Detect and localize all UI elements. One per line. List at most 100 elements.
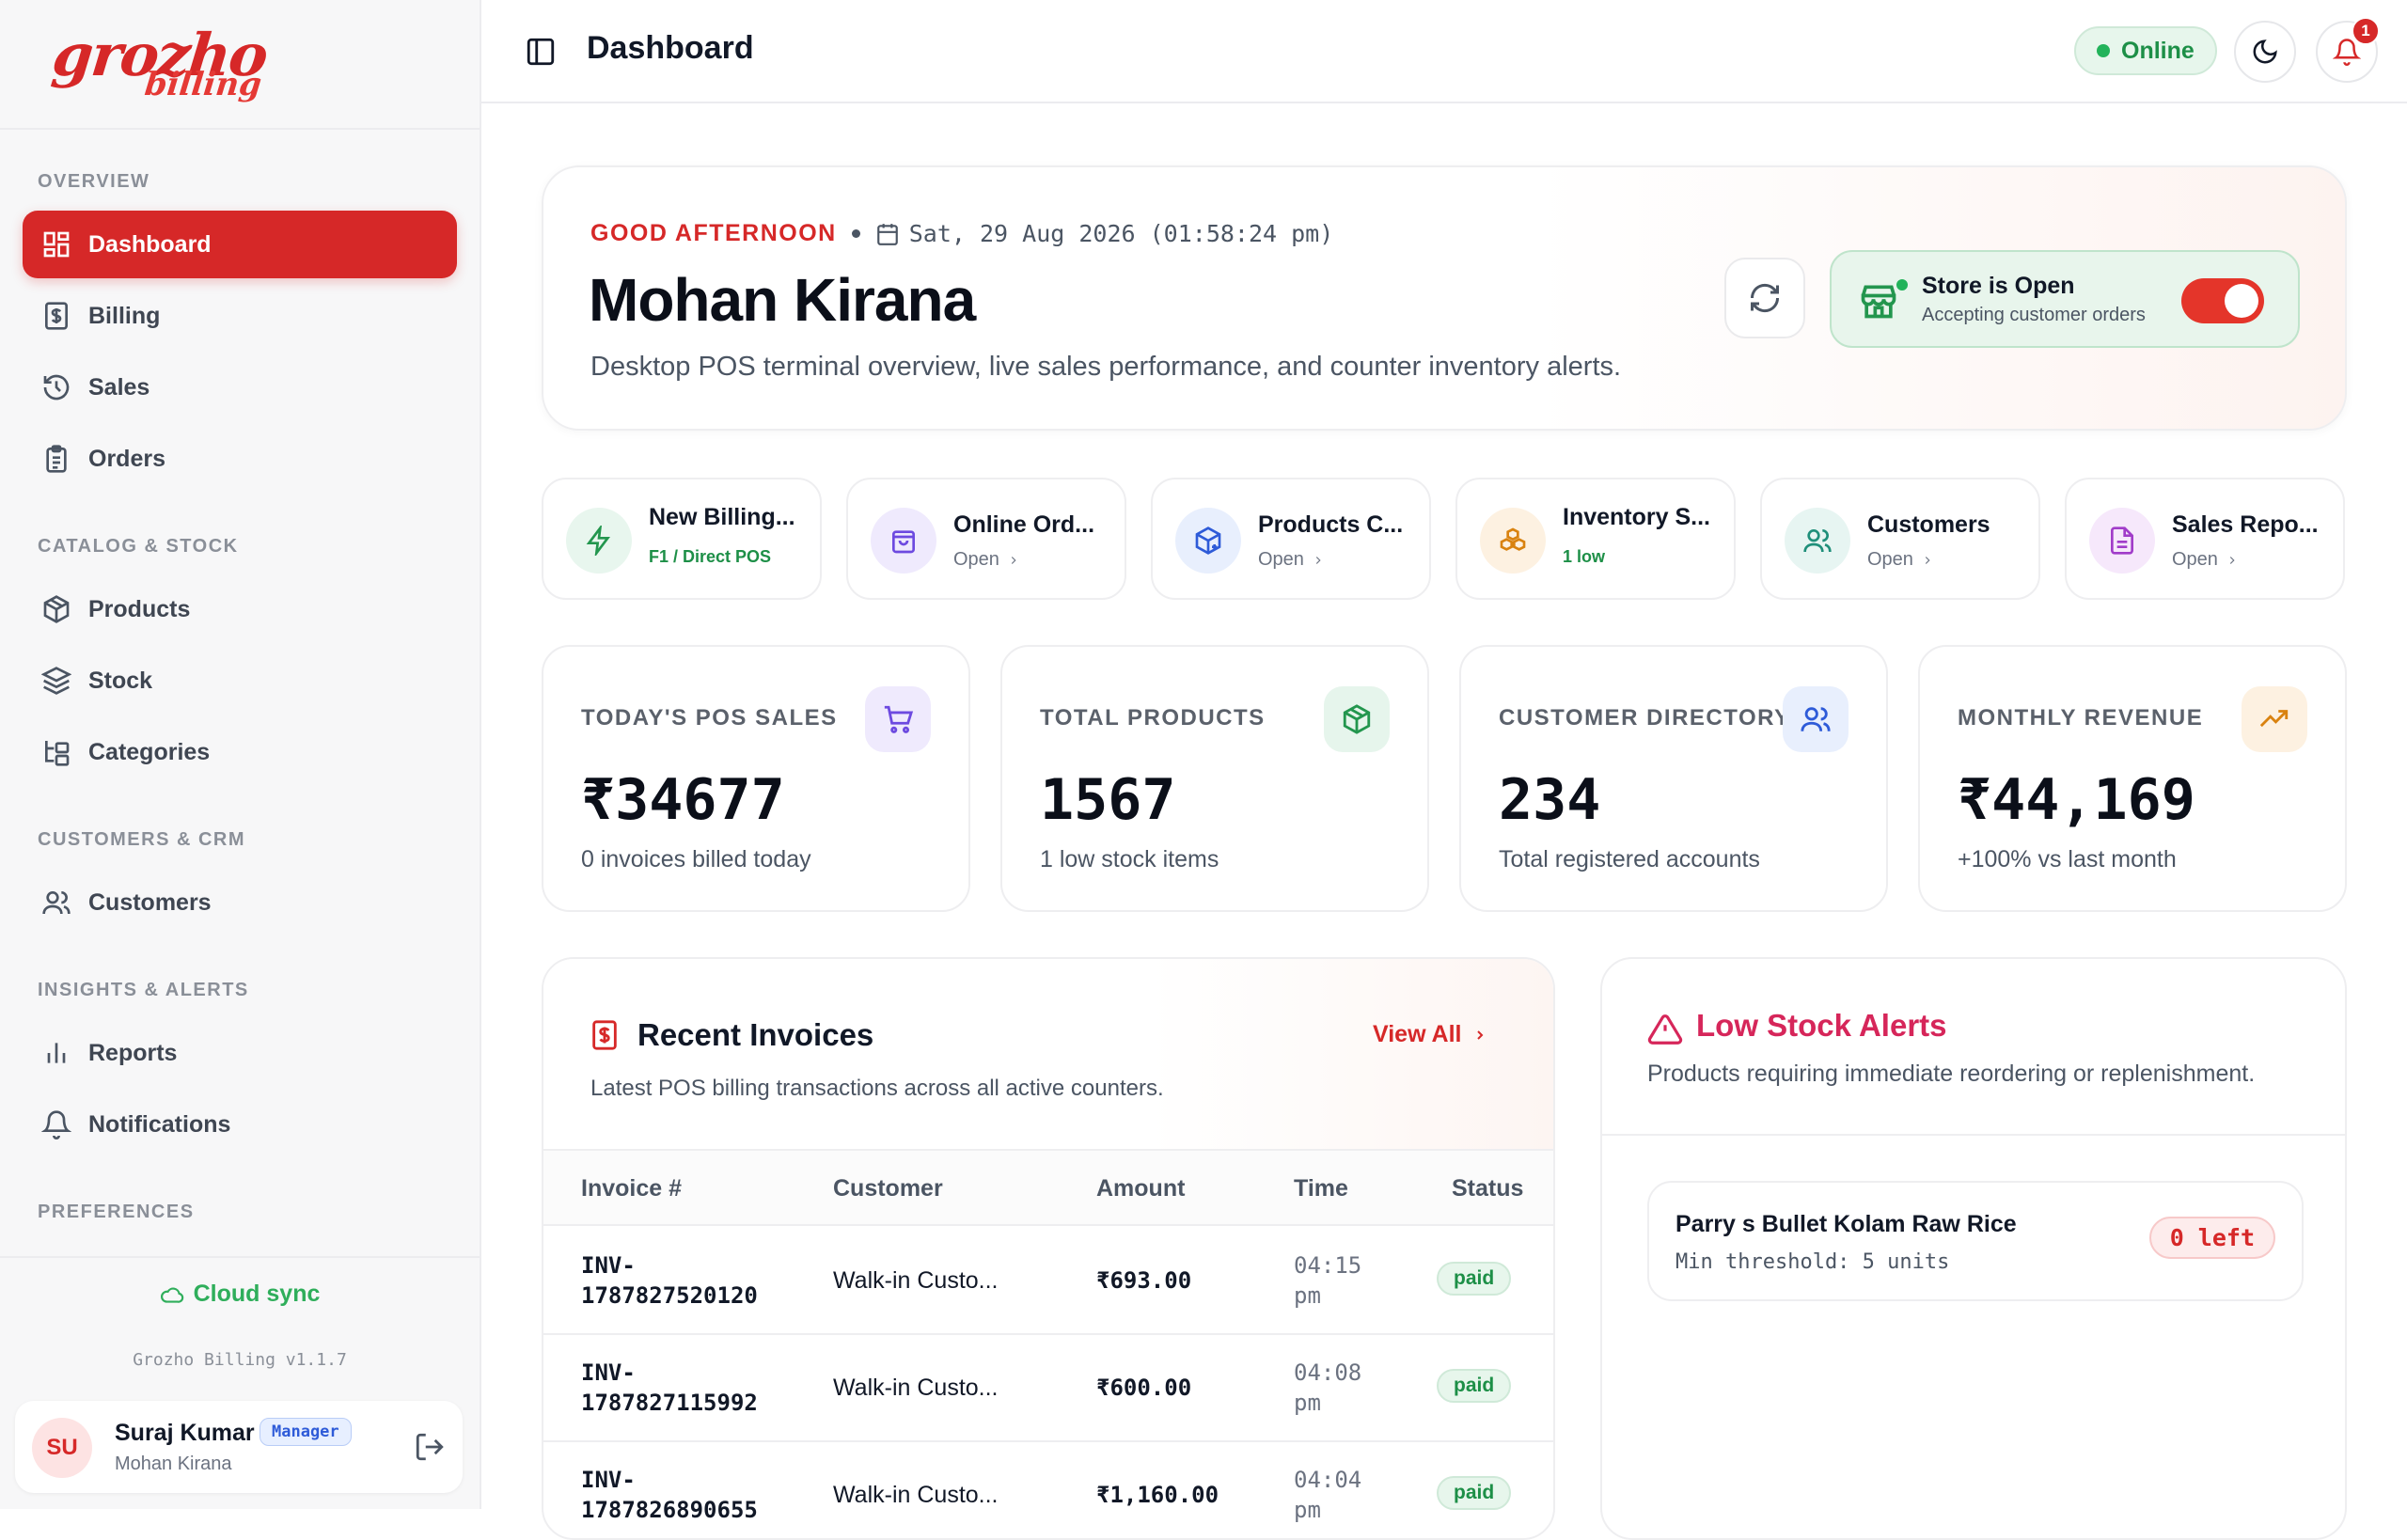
quick-action-online-orders[interactable]: Online Ord... Open [846,478,1126,600]
table-row[interactable]: INV- 1787827115992 Walk-in Custo... ₹600.… [543,1335,1553,1442]
quick-action-title: Online Ord... [953,511,1095,538]
avatar: SU [32,1418,92,1478]
user-card[interactable]: SU Suraj Kumar Manager Mohan Kirana [15,1401,463,1493]
folder-tree-icon [45,741,70,766]
column-header-status[interactable]: Status [1452,1175,1523,1202]
sidebar-item-notifications[interactable]: Notifications [23,1091,457,1158]
quick-action-icon [2089,508,2155,574]
online-status-label: Online [2121,37,2195,64]
quick-action-customers[interactable]: Customers Open [1760,478,2040,600]
low-stock-item[interactable]: Parry s Bullet Kolam Raw Rice Min thresh… [1647,1181,2304,1301]
quick-action-new-billing[interactable]: New Billing... F1 / Direct POS [542,478,822,600]
sidebar-item-customers[interactable]: Customers [23,869,457,936]
sidebar-item-dashboard[interactable]: Dashboard [23,211,457,278]
notifications-button[interactable]: 1 [2316,17,2380,83]
stock-left-badge: 0 left [2148,1217,2275,1259]
quick-action-title: New Billing... [649,504,795,530]
clipboard-icon [46,445,67,473]
sidebar-toggle-icon[interactable] [525,36,557,68]
quick-action-title: Customers [1867,511,1990,538]
section-catalog: CATALOG & STOCK [38,536,239,557]
status-badge: paid [1437,1262,1512,1296]
sidebar-item-label: Customers [88,888,212,916]
stat-card-total-products[interactable]: TOTAL PRODUCTS 1567 1 low stock items [1000,645,1429,912]
quick-action-sales-reports[interactable]: Sales Repo... Open [2065,478,2345,600]
user-store: Mohan Kirana [115,1454,232,1474]
section-customers: CUSTOMERS & CRM [38,829,246,850]
quick-action-subtitle: Open [2172,549,2239,571]
chevron-right-icon [1925,556,1930,564]
stat-card-pos-sales[interactable]: TODAY'S POS SALES ₹34677 0 invoices bill… [542,645,970,912]
min-threshold: Min threshold: 5 units [1675,1250,1950,1274]
invoice-number: INV- 1787827115992 [581,1358,788,1418]
stat-card-monthly-revenue[interactable]: MONTHLY REVENUE ₹44,169 +100% vs last mo… [1918,645,2347,912]
stat-icon-wrap [1324,686,1390,752]
view-all-link[interactable]: View All [1373,1021,1487,1048]
table-header: Invoice # Customer Amount Time Status [543,1151,1553,1226]
store-open-toggle[interactable] [2181,278,2264,323]
hero-subtitle: Desktop POS terminal overview, live sale… [590,352,1622,382]
bar-chart-icon [47,1043,66,1063]
logout-icon[interactable] [414,1431,446,1463]
quick-action-icon [1480,508,1546,574]
quick-action-title: Products C... [1258,511,1404,538]
package-plus-icon [1195,526,1221,555]
recent-invoices-panel: Recent Invoices Latest POS billing trans… [542,957,1555,1540]
shopping-bag-icon [892,530,915,554]
quick-action-inventory[interactable]: Inventory S... 1 low [1455,478,1736,600]
cloud-sync-status[interactable]: Cloud sync [0,1281,480,1308]
top-bar: Dashboard Online 1 [481,0,2407,103]
store-status-panel: Store is Open Accepting customer orders [1830,250,2300,348]
sidebar-footer-divider [0,1256,480,1258]
invoices-title: Recent Invoices [637,1017,874,1052]
theme-toggle-button[interactable] [2234,21,2296,83]
quick-action-products[interactable]: Products C... Open [1151,478,1431,600]
invoice-amount: ₹693.00 [1096,1267,1192,1294]
column-header-time[interactable]: Time [1294,1175,1348,1202]
quick-action-subtitle: F1 / Direct POS [649,547,772,566]
table-row[interactable]: INV- 1787827520120 Walk-in Custo... ₹693.… [543,1228,1553,1335]
low-stock-header: Low Stock Alerts Products requiring imme… [1602,959,2345,1136]
chevron-right-icon [1011,556,1016,564]
invoice-time-period: pm [1294,1390,1321,1416]
layers-icon [41,667,71,695]
invoice-time-period: pm [1294,1497,1321,1523]
store-status-subtitle: Accepting customer orders [1922,305,2146,325]
status-badge: paid [1437,1476,1512,1510]
welcome-hero: GOOD AFTERNOON Sat, 29 Aug 2026 (01:58:2… [542,165,2347,431]
sidebar-item-stock[interactable]: Stock [23,647,457,715]
online-status-badge: Online [2074,26,2217,75]
sidebar-item-billing[interactable]: Billing [23,282,457,350]
stat-subtitle: 1 low stock items [1040,846,1219,872]
low-stock-panel: Low Stock Alerts Products requiring imme… [1600,957,2347,1540]
invoice-time-value: 04:08 [1294,1359,1362,1386]
column-header-invoice[interactable]: Invoice # [581,1175,682,1202]
view-all-label: View All [1373,1021,1462,1047]
stat-icon-wrap [2242,686,2307,752]
column-header-customer[interactable]: Customer [833,1175,943,1202]
sidebar-item-products[interactable]: Products [23,575,457,643]
cloud-sync-label: Cloud sync [193,1281,321,1307]
column-header-amount[interactable]: Amount [1096,1175,1185,1202]
invoices-header: Recent Invoices Latest POS billing trans… [543,959,1553,1151]
refresh-button[interactable] [1724,258,1805,338]
receipt-icon [592,1020,617,1050]
store-status-title: Store is Open [1922,273,2075,299]
page-title: Dashboard [587,30,754,66]
logo-sub-text: billing [142,66,264,103]
sidebar-item-orders[interactable]: Orders [23,425,457,493]
sidebar-item-reports[interactable]: Reports [23,1019,457,1087]
sidebar-item-categories[interactable]: Categories [23,718,457,786]
quick-action-sub-label: Open [1258,549,1304,570]
sidebar-item-label: Orders [88,445,165,472]
cloud-icon [160,1287,183,1303]
table-row[interactable]: INV- 1787826890655 Walk-in Custo... ₹1,16… [543,1442,1553,1538]
stat-card-customer-directory[interactable]: CUSTOMER DIRECTORY 234 Total registered … [1459,645,1888,912]
section-overview: OVERVIEW [38,171,150,192]
invoice-prefix: INV- [581,1359,636,1386]
invoice-time: 04:04 pm [1294,1465,1361,1525]
sidebar-item-sales[interactable]: Sales [23,354,457,421]
quick-action-subtitle: 1 low [1563,547,1606,566]
stat-icon-wrap [1783,686,1849,752]
brand-logo[interactable]: grozho billing [49,21,270,105]
